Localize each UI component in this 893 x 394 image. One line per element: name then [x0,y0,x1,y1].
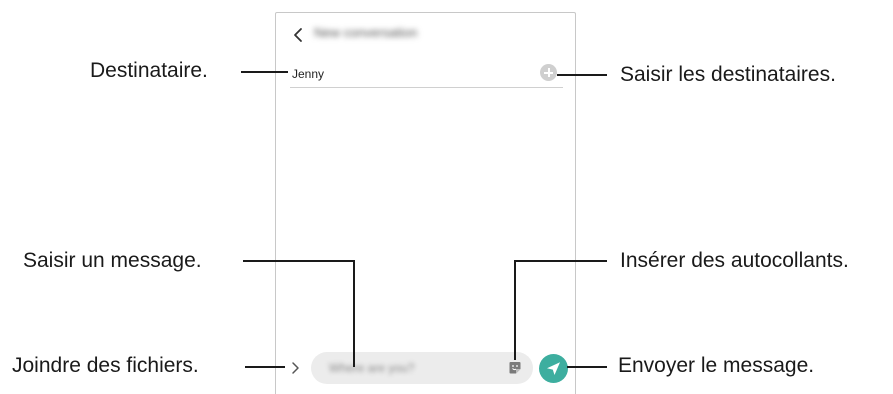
phone-screen: New conversation Jenny Where are you? [275,12,576,394]
callout-attach-files: Joindre des fichiers. [12,354,199,377]
leader-line-attach-files [245,366,285,368]
sticker-icon[interactable] [508,361,522,375]
plus-circle-icon[interactable] [540,64,557,81]
leader-line-enter-message-v [353,260,355,367]
recipient-chip[interactable]: Jenny [292,67,324,81]
leader-line-stickers-v [514,260,516,360]
send-icon [547,362,560,375]
message-input[interactable]: Where are you? [311,352,533,384]
leader-line-enter-recipients [557,74,607,76]
message-placeholder: Where are you? [329,361,415,375]
callout-recipient: Destinataire. [90,59,208,82]
header-title: New conversation [314,25,418,40]
recipient-divider [290,87,563,88]
leader-line-recipient [241,71,288,73]
callout-enter-recipients: Saisir les destinataires. [620,63,836,86]
callout-send-message: Envoyer le message. [618,354,815,377]
callout-insert-stickers: Insérer des autocollants. [620,249,849,272]
leader-line-enter-message-h [243,260,354,262]
send-button[interactable] [539,354,568,383]
leader-line-stickers-h [514,260,607,262]
chevron-right-icon[interactable] [290,361,300,375]
chevron-left-icon[interactable] [292,27,306,43]
callout-enter-message: Saisir un message. [23,249,202,272]
leader-line-send-message [567,366,607,368]
